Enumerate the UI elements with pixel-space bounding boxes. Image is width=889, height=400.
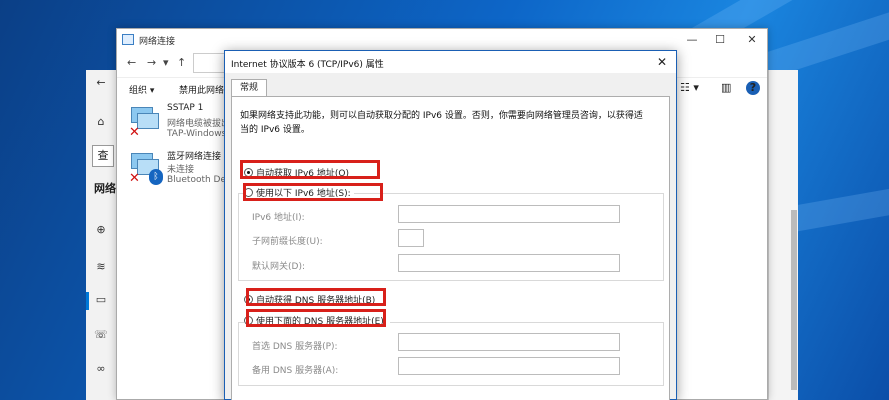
prefix-length-label: 子网前缀长度(U): bbox=[252, 237, 323, 247]
dialog-titlebar: Internet 协议版本 6 (TCP/IPv6) 属性 ✕ bbox=[225, 51, 676, 73]
ipv6-properties-dialog: Internet 协议版本 6 (TCP/IPv6) 属性 ✕ 常规 如果网络支… bbox=[224, 50, 677, 400]
background-window-right bbox=[768, 70, 798, 400]
back-button[interactable]: ← bbox=[127, 56, 136, 69]
highlight-box-manual-dns bbox=[246, 309, 386, 327]
connection-device: Bluetooth De bbox=[167, 175, 227, 185]
connection-device: TAP-Windows bbox=[167, 129, 227, 139]
help-icon[interactable]: ? bbox=[746, 81, 760, 95]
connection-name: SSTAP 1 bbox=[167, 103, 204, 113]
preview-pane-icon[interactable]: ▥ bbox=[721, 81, 731, 94]
network-section-label: 网络 bbox=[94, 182, 116, 195]
default-gateway-label: 默认网关(D): bbox=[252, 262, 305, 272]
minimize-button[interactable]: — bbox=[677, 31, 707, 49]
connection-item-bluetooth[interactable]: ✕ ᛒ 蓝牙网络连接 未连接 Bluetooth De bbox=[127, 149, 237, 189]
up-button[interactable]: ↑ bbox=[177, 56, 186, 69]
connection-item-sstap[interactable]: ✕ SSTAP 1 网络电缆被拔出 TAP-Windows bbox=[127, 103, 237, 143]
organize-menu[interactable]: 组织 ▾ bbox=[129, 83, 154, 96]
dialup-icon[interactable]: ☏ bbox=[94, 328, 108, 342]
dialog-title: Internet 协议版本 6 (TCP/IPv6) 属性 bbox=[231, 60, 384, 70]
network-adapter-icon: ✕ bbox=[127, 105, 163, 140]
scrollbar[interactable] bbox=[791, 210, 797, 390]
dialog-close-button[interactable]: ✕ bbox=[654, 54, 670, 70]
vpn-icon[interactable]: ∞ bbox=[94, 362, 108, 376]
preferred-dns-input[interactable] bbox=[398, 333, 620, 351]
description-text: 如果网络支持此功能，则可以自动获取分配的 IPv6 设置。否则，你需要向网络管理… bbox=[240, 111, 643, 135]
ipv6-address-label: IPv6 地址(I): bbox=[252, 213, 305, 223]
explorer-title: 网络连接 bbox=[139, 37, 176, 47]
back-arrow-icon[interactable]: ← bbox=[94, 76, 108, 90]
recent-dropdown[interactable]: ▾ bbox=[163, 56, 169, 69]
highlight-box-auto-ip bbox=[240, 160, 380, 179]
highlight-box-manual-ip bbox=[243, 183, 383, 201]
default-gateway-input[interactable] bbox=[398, 254, 620, 272]
settings-search-box[interactable]: 查 bbox=[92, 145, 114, 167]
address-box[interactable] bbox=[193, 53, 225, 73]
ethernet-icon[interactable]: ▭ bbox=[94, 293, 108, 307]
highlight-box-auto-dns bbox=[246, 288, 386, 306]
maximize-button[interactable]: ☐ bbox=[705, 31, 735, 49]
ipv6-address-input[interactable] bbox=[398, 205, 620, 223]
view-options-icon[interactable]: ☷ ▾ bbox=[680, 81, 699, 94]
connection-name: 蓝牙网络连接 bbox=[167, 152, 222, 162]
connection-status: 网络电缆被拔出 bbox=[167, 119, 231, 129]
globe-icon[interactable]: ⊕ bbox=[94, 223, 108, 237]
network-folder-icon bbox=[122, 34, 134, 45]
alternate-dns-label: 备用 DNS 服务器(A): bbox=[252, 366, 339, 376]
disconnected-x-icon: ✕ bbox=[129, 171, 140, 186]
dns-group bbox=[238, 322, 664, 386]
network-adapter-icon: ✕ ᛒ bbox=[127, 151, 163, 186]
wifi-icon[interactable]: ≋ bbox=[94, 260, 108, 274]
prefix-length-input[interactable] bbox=[398, 229, 424, 247]
preferred-dns-label: 首选 DNS 服务器(P): bbox=[252, 342, 338, 352]
selected-indicator bbox=[86, 292, 89, 310]
explorer-titlebar: 网络连接 — ☐ ✕ bbox=[117, 29, 767, 51]
general-panel: 如果网络支持此功能，则可以自动获取分配的 IPv6 设置。否则，你需要向网络管理… bbox=[231, 96, 670, 400]
connection-status: 未连接 bbox=[167, 165, 195, 175]
close-button[interactable]: ✕ bbox=[737, 31, 767, 49]
disconnected-x-icon: ✕ bbox=[129, 125, 140, 140]
forward-button[interactable]: → bbox=[147, 56, 156, 69]
alternate-dns-input[interactable] bbox=[398, 357, 620, 375]
home-icon[interactable]: ⌂ bbox=[94, 115, 108, 129]
bluetooth-icon: ᛒ bbox=[149, 169, 163, 185]
tab-general[interactable]: 常规 bbox=[231, 79, 267, 97]
